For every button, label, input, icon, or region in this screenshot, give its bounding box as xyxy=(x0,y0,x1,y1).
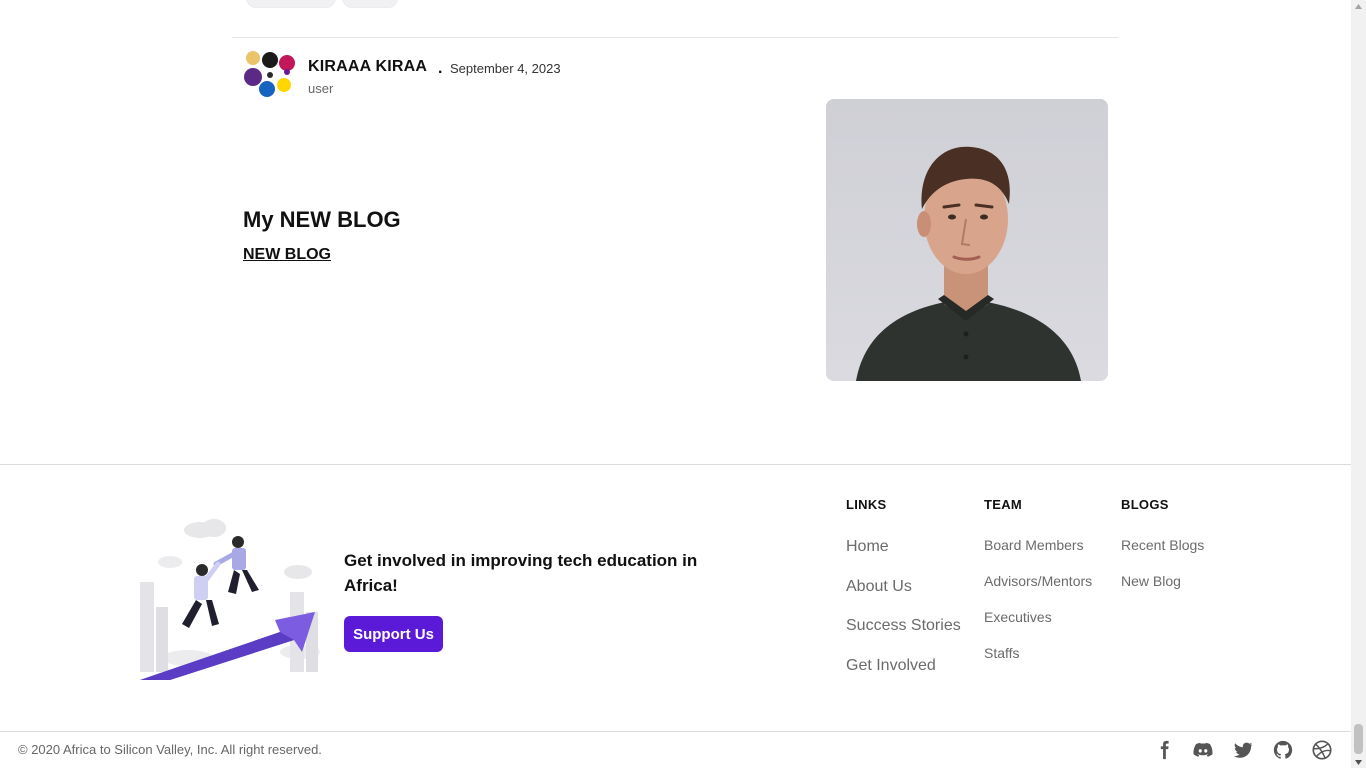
support-us-button[interactable]: Support Us xyxy=(344,616,443,652)
team-heading: TEAM xyxy=(984,497,1023,512)
divider xyxy=(232,37,1119,38)
teamwork-illustration xyxy=(130,512,326,684)
github-icon[interactable] xyxy=(1271,738,1295,762)
tag-chip[interactable] xyxy=(342,0,398,8)
bottom-divider xyxy=(0,731,1351,732)
discord-icon[interactable] xyxy=(1191,738,1215,762)
scroll-up-arrow[interactable] xyxy=(1351,0,1366,12)
footer-link-executives[interactable]: Executives xyxy=(984,609,1052,625)
post-image[interactable] xyxy=(826,99,1108,381)
footer-link-recent-blogs[interactable]: Recent Blogs xyxy=(1121,537,1204,553)
footer-cta-text: Get involved in improving tech education… xyxy=(344,551,698,595)
post-title[interactable]: My NEW BLOG xyxy=(243,207,401,233)
footer-link-board-members[interactable]: Board Members xyxy=(984,537,1084,553)
footer-divider xyxy=(0,464,1351,465)
links-heading: LINKS xyxy=(846,497,887,512)
author-name[interactable]: KIRAAA KIRAA xyxy=(308,58,427,76)
footer-link-get-involved[interactable]: Get Involved xyxy=(846,657,936,675)
separator-dot: . xyxy=(438,60,443,77)
footer-link-success-stories[interactable]: Success Stories xyxy=(846,617,961,635)
copyright-text: © 2020 Africa to Silicon Valley, Inc. Al… xyxy=(18,742,322,757)
author-avatar[interactable] xyxy=(243,48,295,98)
tag-chip[interactable] xyxy=(246,0,336,8)
scroll-thumb[interactable] xyxy=(1354,724,1363,754)
footer-link-advisors-mentors[interactable]: Advisors/Mentors xyxy=(984,573,1092,589)
page: KIRAAA KIRAA . September 4, 2023 user My… xyxy=(0,0,1351,768)
footer-link-staffs[interactable]: Staffs xyxy=(984,645,1020,661)
vertical-scrollbar[interactable] xyxy=(1351,0,1366,768)
footer-link-about-us[interactable]: About Us xyxy=(846,578,912,596)
author-role: user xyxy=(308,81,334,96)
post-date: September 4, 2023 xyxy=(450,61,561,76)
dribbble-icon[interactable] xyxy=(1310,738,1334,762)
facebook-icon[interactable] xyxy=(1152,738,1176,762)
post-link[interactable]: NEW BLOG xyxy=(243,246,331,264)
footer-link-new-blog[interactable]: New Blog xyxy=(1121,573,1181,589)
footer-link-home[interactable]: Home xyxy=(846,538,889,556)
scroll-down-arrow[interactable] xyxy=(1351,756,1366,768)
blogs-heading: BLOGS xyxy=(1121,497,1169,512)
twitter-icon[interactable] xyxy=(1231,738,1255,762)
